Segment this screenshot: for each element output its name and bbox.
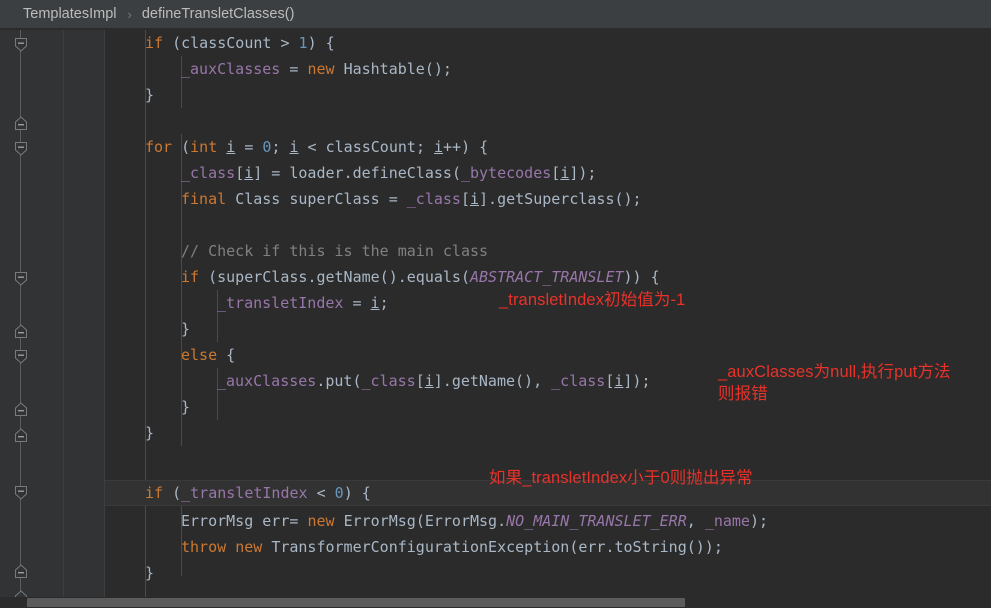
- horizontal-scrollbar-thumb[interactable]: [27, 598, 685, 607]
- code-line[interactable]: throw new TransformerConfigurationExcept…: [181, 534, 723, 560]
- gutter-divider-left: [63, 30, 64, 608]
- annotation-translet-index: _transletIndex初始值为-1: [499, 291, 686, 309]
- fold-collapse-up-icon[interactable]: [13, 115, 29, 131]
- code-line[interactable]: else {: [181, 342, 235, 368]
- code-line[interactable]: for (int i = 0; i < classCount; i++) {: [145, 134, 488, 160]
- code-line[interactable]: }: [181, 316, 190, 342]
- code-line[interactable]: if (classCount > 1) {: [145, 30, 335, 56]
- code-line[interactable]: _class[i] = loader.defineClass(_bytecode…: [181, 160, 596, 186]
- code-line[interactable]: if (superClass.getName().equals(ABSTRACT…: [181, 264, 660, 290]
- fold-collapse-up-icon[interactable]: [13, 323, 29, 339]
- horizontal-scrollbar-track[interactable]: [0, 597, 991, 608]
- annotation-throw-exception: 如果_transletIndex小于0则抛出异常: [489, 469, 753, 487]
- fold-collapse-up-icon[interactable]: [13, 401, 29, 417]
- code-line[interactable]: _transletIndex = i;: [217, 290, 389, 316]
- code-line[interactable]: }: [145, 420, 154, 446]
- fold-collapse-up-icon[interactable]: [13, 563, 29, 579]
- code-line[interactable]: ErrorMsg err= new ErrorMsg(ErrorMsg.NO_M…: [181, 508, 768, 534]
- code-line[interactable]: // Check if this is the main class: [181, 238, 488, 264]
- code-line[interactable]: _auxClasses.put(_class[i].getName(), _cl…: [217, 368, 651, 394]
- fold-collapse-down-icon[interactable]: [13, 141, 29, 157]
- code-editor[interactable]: if (classCount > 1) { _auxClasses = new …: [0, 30, 991, 608]
- fold-collapse-up-icon[interactable]: [13, 427, 29, 443]
- fold-collapse-down-icon[interactable]: [13, 349, 29, 365]
- editor-gutter[interactable]: [0, 30, 105, 608]
- code-line[interactable]: }: [145, 82, 154, 108]
- code-text-layer: if (classCount > 1) { _auxClasses = new …: [105, 30, 991, 608]
- breadcrumb-item-method[interactable]: defineTransletClasses(): [141, 6, 296, 22]
- annotation-aux-classes-null: _auxClasses为null,执行put方法 则报错: [718, 363, 951, 403]
- fold-collapse-down-icon[interactable]: [13, 37, 29, 53]
- code-line-current[interactable]: if (_transletIndex < 0) {: [145, 480, 371, 506]
- chevron-right-icon: ›: [127, 6, 132, 22]
- fold-collapse-down-icon[interactable]: [13, 485, 29, 501]
- code-line[interactable]: }: [145, 560, 154, 586]
- breadcrumb: TemplatesImpl › defineTransletClasses(): [0, 0, 991, 29]
- breadcrumb-item-class[interactable]: TemplatesImpl: [22, 6, 117, 22]
- code-content[interactable]: if (classCount > 1) { _auxClasses = new …: [105, 30, 991, 608]
- code-line[interactable]: final Class superClass = _class[i].getSu…: [181, 186, 642, 212]
- code-line[interactable]: _auxClasses = new Hashtable();: [181, 56, 452, 82]
- code-line[interactable]: }: [181, 394, 190, 420]
- fold-collapse-down-icon[interactable]: [13, 271, 29, 287]
